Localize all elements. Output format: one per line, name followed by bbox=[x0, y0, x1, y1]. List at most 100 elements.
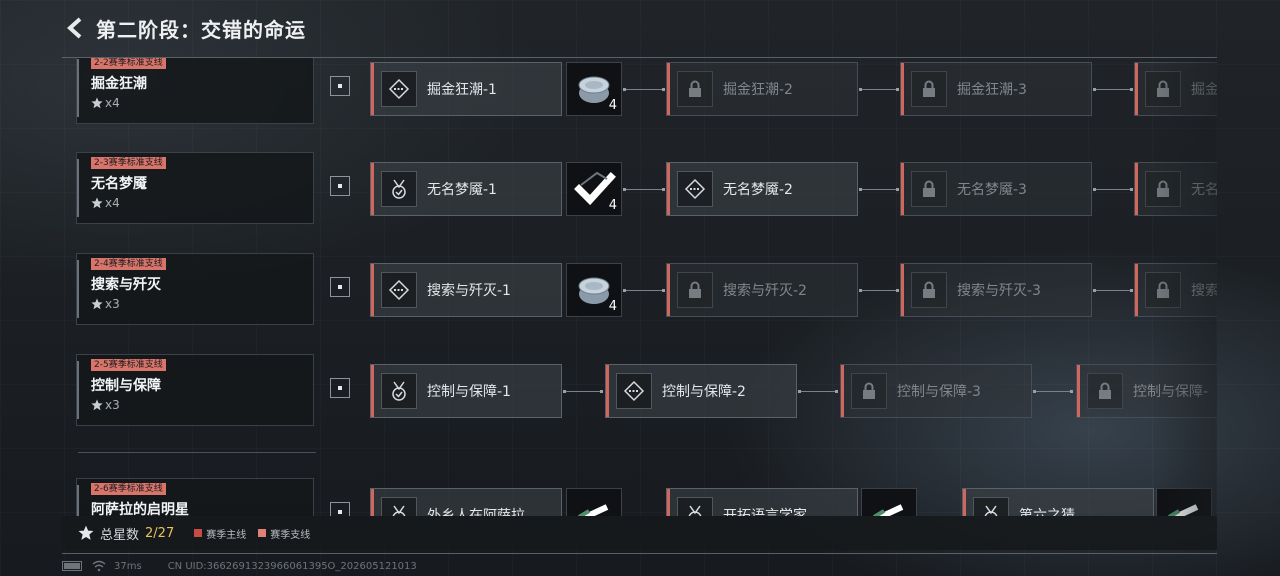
mission-node[interactable]: 第六之猜 bbox=[962, 488, 1154, 516]
reward-item[interactable] bbox=[1156, 488, 1212, 516]
expand-toggle[interactable] bbox=[330, 76, 350, 96]
node-label: 控制与保障-2 bbox=[662, 384, 746, 400]
node-connector bbox=[798, 390, 838, 393]
node-label: 掘金狂潮-2 bbox=[723, 82, 793, 98]
node-label: 控制与保障- bbox=[1133, 384, 1209, 400]
node-connector bbox=[1093, 188, 1133, 191]
expand-toggle[interactable] bbox=[330, 502, 350, 516]
node-connector bbox=[859, 88, 899, 91]
node-connector bbox=[1093, 88, 1133, 91]
status-bar: 37ms CN UID:3662691323966061395O_2026051… bbox=[62, 560, 417, 572]
total-stars-value: 2/27 bbox=[145, 525, 175, 541]
mission-node[interactable]: 无名梦魇-2 bbox=[666, 162, 858, 216]
lock-icon bbox=[1145, 71, 1181, 107]
battery-icon bbox=[62, 561, 82, 571]
mission-node-locked[interactable]: 搜索 bbox=[1134, 263, 1217, 317]
mission-node[interactable]: 控制与保障-2 bbox=[605, 364, 797, 418]
node-label: 搜索与歼灭-2 bbox=[723, 283, 807, 299]
reward-item[interactable]: 4 bbox=[566, 263, 622, 317]
section-divider bbox=[78, 452, 316, 453]
page-title: 第二阶段：交错的命运 bbox=[96, 17, 306, 42]
expand-toggle[interactable] bbox=[330, 378, 350, 398]
expand-toggle[interactable] bbox=[330, 176, 350, 196]
mission-node-locked[interactable]: 控制与保障- bbox=[1076, 364, 1217, 418]
diamond-mission-icon bbox=[677, 171, 713, 207]
legend-branch-label: 赛季支线 bbox=[270, 529, 311, 541]
mission-node[interactable]: 控制与保障-1 bbox=[370, 364, 562, 418]
node-label: 无名梦魇-1 bbox=[427, 182, 497, 198]
mission-node-locked[interactable]: 搜索与歼灭-2 bbox=[666, 263, 858, 317]
reward-item[interactable] bbox=[861, 488, 917, 516]
mission-node-locked[interactable]: 无名梦魇-3 bbox=[900, 162, 1092, 216]
mission-row: 2-4赛季标准支线 搜索与歼灭 x3 搜索与歼灭-1 4 搜索与歼灭-2 搜索与… bbox=[62, 253, 1217, 339]
lock-icon bbox=[911, 71, 947, 107]
mission-node-locked[interactable]: 控制与保障-3 bbox=[840, 364, 1032, 418]
mission-node-locked[interactable]: 掘金狂潮-3 bbox=[900, 62, 1092, 116]
diamond-mission-icon bbox=[381, 71, 417, 107]
mission-node[interactable]: 无名梦魇-1 bbox=[370, 162, 562, 216]
chapter-card[interactable]: 2-5赛季标准支线 控制与保障 x3 bbox=[76, 354, 314, 426]
mission-node[interactable]: 外乡人在阿萨拉 bbox=[370, 488, 562, 516]
chapter-stars: x3 bbox=[91, 398, 120, 412]
reward-item[interactable] bbox=[566, 488, 622, 516]
star-summary-bar: 总星数 2/27 赛季主线 赛季支线 bbox=[62, 516, 1217, 550]
star-count: x3 bbox=[105, 297, 120, 311]
chapter-tag: 2-4赛季标准支线 bbox=[91, 258, 166, 270]
star-icon bbox=[91, 97, 103, 109]
item-icon bbox=[577, 504, 609, 516]
diamond-mission-icon bbox=[616, 373, 652, 409]
chapter-card[interactable]: 2-2赛季标准支线 掘金狂潮 x4 bbox=[76, 58, 314, 124]
medal-icon bbox=[677, 497, 713, 516]
mission-node[interactable]: 搜索与歼灭-1 bbox=[370, 263, 562, 317]
chapter-card[interactable]: 2-4赛季标准支线 搜索与歼灭 x3 bbox=[76, 253, 314, 325]
node-label: 第六之猜 bbox=[1019, 508, 1075, 516]
medal-icon bbox=[381, 497, 417, 516]
item-icon bbox=[872, 504, 904, 516]
chapter-card[interactable]: 2-6赛季标准支线 阿萨拉的启明星 bbox=[76, 478, 314, 516]
legend-branch-swatch bbox=[258, 529, 267, 537]
node-connector bbox=[859, 289, 899, 292]
node-label: 控制与保障-3 bbox=[897, 384, 981, 400]
star-icon bbox=[78, 525, 94, 540]
medal-icon bbox=[381, 373, 417, 409]
node-connector bbox=[623, 289, 665, 292]
reward-item[interactable]: 4 bbox=[566, 62, 622, 116]
star-icon bbox=[91, 197, 103, 209]
mission-tree[interactable]: 2-2赛季标准支线 掘金狂潮 x4 掘金狂潮-1 4 掘金狂潮-2 掘金狂潮-3… bbox=[62, 58, 1217, 516]
total-stars-label: 总星数 bbox=[100, 527, 140, 543]
wifi-icon bbox=[92, 560, 106, 572]
node-label: 掘金狂潮-1 bbox=[427, 82, 497, 98]
node-connector bbox=[623, 188, 665, 191]
mission-node-locked[interactable]: 掘金 bbox=[1134, 62, 1217, 116]
node-label: 开拓语言学家 bbox=[723, 508, 807, 516]
star-count: x4 bbox=[105, 96, 120, 110]
node-label: 无名梦魇-2 bbox=[723, 182, 793, 198]
mission-node-locked[interactable]: 无名 bbox=[1134, 162, 1217, 216]
uid-text: CN UID:3662691323966061395O_202605121013 bbox=[167, 560, 417, 572]
reward-item[interactable]: 4 bbox=[566, 162, 622, 216]
star-count: x4 bbox=[105, 196, 120, 210]
node-label: 无名 bbox=[1191, 182, 1217, 198]
node-label: 无名梦魇-3 bbox=[957, 182, 1027, 198]
lock-icon bbox=[911, 272, 947, 308]
node-label: 掘金 bbox=[1191, 82, 1217, 98]
legend-main-swatch bbox=[194, 529, 203, 537]
mission-node-locked[interactable]: 搜索与歼灭-3 bbox=[900, 263, 1092, 317]
chapter-name: 搜索与歼灭 bbox=[91, 277, 161, 293]
node-connector bbox=[563, 390, 603, 393]
mission-row: 2-5赛季标准支线 控制与保障 x3 控制与保障-1 控制与保障-2 控制与保障… bbox=[62, 354, 1217, 440]
mission-node[interactable]: 掘金狂潮-1 bbox=[370, 62, 562, 116]
expand-toggle[interactable] bbox=[330, 277, 350, 297]
star-icon bbox=[91, 399, 103, 411]
chapter-card[interactable]: 2-3赛季标准支线 无名梦魇 x4 bbox=[76, 152, 314, 224]
mission-node-locked[interactable]: 掘金狂潮-2 bbox=[666, 62, 858, 116]
chapter-stars: x3 bbox=[91, 297, 120, 311]
chapter-stars: x4 bbox=[91, 96, 120, 110]
star-icon bbox=[91, 298, 103, 310]
mission-node[interactable]: 开拓语言学家 bbox=[666, 488, 858, 516]
ping-value: 37ms bbox=[114, 560, 142, 572]
lock-icon bbox=[851, 373, 887, 409]
chapter-name: 无名梦魇 bbox=[91, 176, 147, 192]
node-label: 外乡人在阿萨拉 bbox=[427, 508, 525, 516]
back-button[interactable] bbox=[62, 14, 90, 42]
